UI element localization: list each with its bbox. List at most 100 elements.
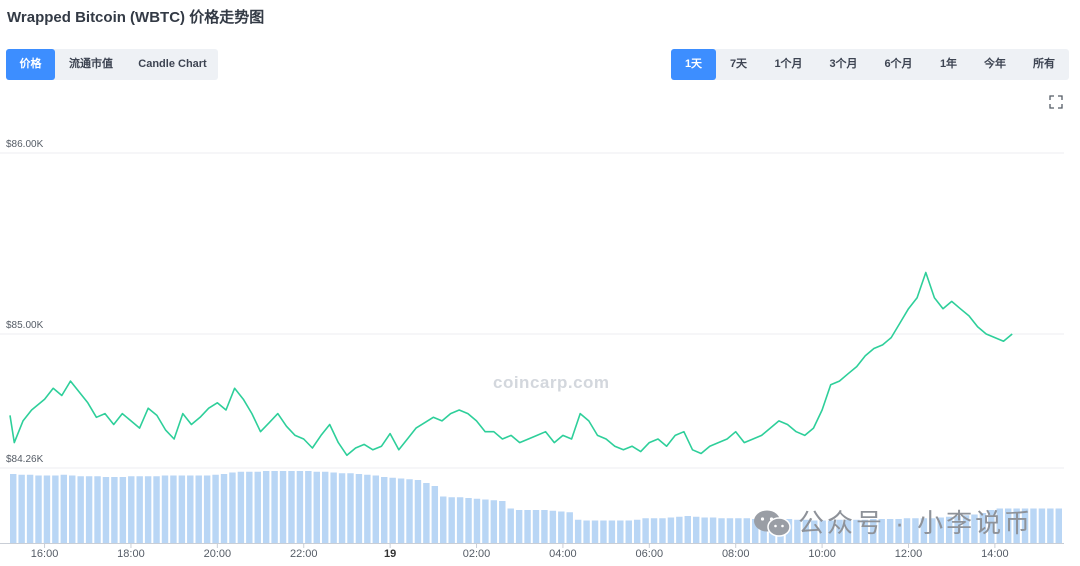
volume-bar	[406, 479, 413, 543]
x-tick-label: 19	[384, 548, 397, 560]
volume-bar	[111, 477, 118, 543]
volume-bar	[313, 471, 320, 543]
volume-bar	[229, 472, 236, 543]
volume-bar	[600, 520, 607, 543]
volume-bar	[676, 516, 683, 543]
volume-bar	[507, 508, 514, 543]
volume-bar	[271, 471, 278, 543]
volume-bar	[136, 476, 143, 543]
volume-bar	[414, 480, 422, 543]
x-tick-label: 08:00	[721, 548, 750, 560]
volume-bar	[515, 510, 523, 543]
volume-bar	[456, 497, 464, 543]
y-tick-label: $84.26K	[6, 453, 44, 465]
volume-bar	[692, 516, 700, 543]
volume-bar	[617, 520, 624, 543]
volume-bar	[10, 474, 17, 543]
volume-bar	[541, 510, 548, 543]
volume-bar	[650, 518, 658, 543]
volume-bar	[153, 476, 160, 543]
volume-bar	[389, 477, 396, 543]
volume-bar	[288, 471, 295, 543]
volume-bar	[128, 476, 135, 543]
volume-bar	[195, 475, 202, 543]
volume-bar	[659, 518, 666, 543]
volume-bar	[178, 475, 186, 543]
volume-bar	[170, 475, 177, 543]
x-tick-label: 12:00	[894, 548, 923, 560]
volume-bar	[566, 512, 573, 543]
wechat-watermark: 公众号 · 小李说币	[798, 508, 1034, 538]
volume-bar	[684, 516, 691, 543]
volume-bar	[161, 475, 169, 543]
volume-bar	[735, 518, 742, 543]
x-tick-label: 04:00	[549, 548, 577, 560]
y-tick-label: $86.00K	[6, 139, 44, 150]
price-chart	[0, 152, 1064, 548]
volume-bar	[144, 476, 152, 543]
volume-bar	[338, 473, 346, 543]
price-line	[9, 271, 1013, 457]
volume-bar	[667, 517, 675, 543]
volume-bar	[709, 517, 717, 543]
volume-bar	[279, 471, 287, 543]
volume-bar	[43, 475, 51, 543]
volume-bar	[212, 474, 219, 543]
volume-bar	[246, 471, 253, 543]
x-tick-label: 10:00	[808, 548, 836, 560]
volume-bar	[591, 520, 599, 543]
volume-bar	[633, 519, 641, 543]
volume-bar	[625, 520, 632, 543]
volume-bar	[1047, 508, 1054, 543]
volume-bar	[381, 477, 388, 543]
y-tick-label: $85.00K	[6, 320, 44, 331]
volume-bar	[490, 500, 498, 543]
x-tick-label: 02:00	[462, 548, 491, 560]
volume-bar	[220, 474, 228, 543]
volume-bar	[397, 478, 405, 543]
volume-bar	[187, 475, 194, 543]
volume-bar	[364, 474, 371, 543]
volume-bar	[718, 518, 725, 543]
x-tick-label: 20:00	[203, 548, 232, 560]
volume-bar	[423, 483, 430, 543]
volume-bar	[52, 475, 59, 543]
x-tick-label: 22:00	[289, 548, 318, 560]
volume-bar	[431, 486, 439, 543]
volume-bar	[262, 471, 270, 543]
x-tick-label: 18:00	[117, 548, 145, 560]
volume-bar	[549, 510, 557, 543]
x-tick-label: 06:00	[635, 548, 664, 560]
volume-bar	[69, 475, 76, 543]
volume-bar	[119, 477, 127, 543]
x-tick-label: 16:00	[30, 548, 59, 560]
volume-bar	[524, 510, 531, 543]
volume-bar	[448, 497, 455, 543]
wechat-icon	[754, 510, 791, 537]
volume-bar	[321, 471, 329, 543]
volume-bar	[355, 474, 363, 543]
volume-bar	[726, 518, 734, 543]
volume-bar	[608, 520, 616, 543]
volume-bar	[60, 474, 68, 543]
volume-bar	[35, 475, 42, 543]
volume-bar	[237, 471, 245, 543]
volume-bar	[583, 520, 590, 543]
volume-bar	[347, 473, 354, 543]
volume-bar	[532, 510, 540, 543]
volume-bar	[26, 474, 34, 543]
volume-bar	[94, 476, 101, 543]
volume-bar	[558, 511, 565, 543]
volume-bar	[102, 477, 110, 543]
volume-bar	[254, 471, 261, 543]
volume-bar	[465, 498, 472, 543]
volume-bar	[1038, 508, 1046, 543]
volume-bar	[482, 499, 489, 543]
volume-bar	[296, 471, 304, 543]
volume-bar	[203, 475, 211, 543]
volume-bar	[473, 498, 481, 543]
volume-bar	[499, 501, 506, 543]
volume-bar	[440, 496, 447, 543]
volume-bar	[18, 474, 25, 543]
volume-bar	[574, 519, 582, 543]
